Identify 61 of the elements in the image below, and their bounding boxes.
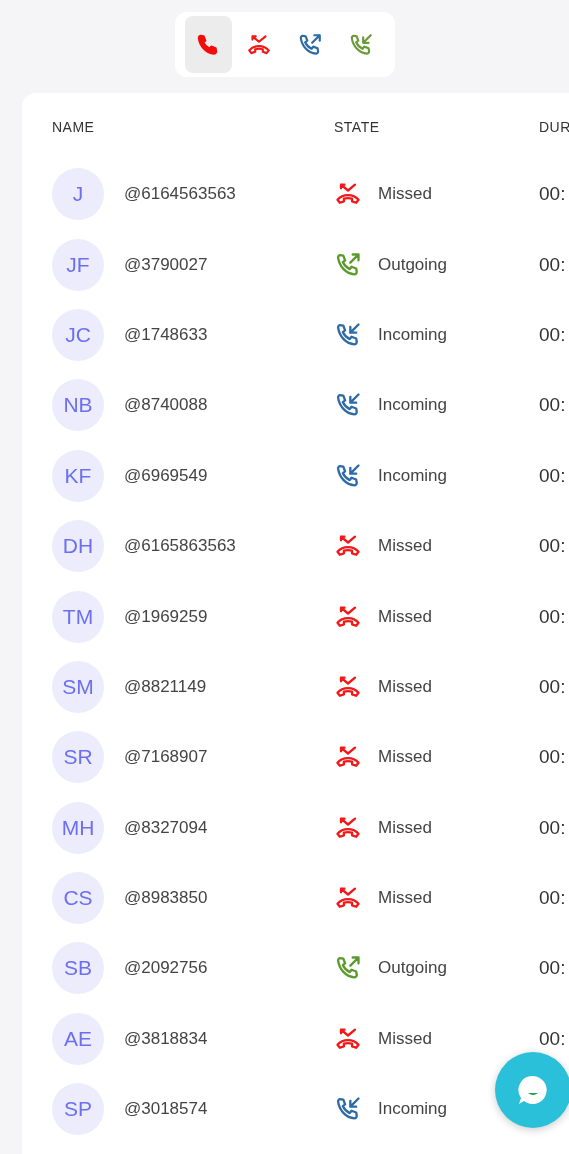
- call-state: Missed: [378, 536, 432, 557]
- filter-tab[interactable]: [184, 16, 232, 73]
- call-state: Missed: [378, 888, 432, 909]
- avatar: SP: [52, 1083, 104, 1136]
- call-duration: 00:: [539, 675, 566, 698]
- caller-handle: @3790027: [124, 254, 208, 275]
- call-state: Missed: [378, 606, 432, 627]
- call-duration: 00:: [539, 464, 566, 487]
- call-duration: 00:: [539, 957, 566, 980]
- caller-handle: @8327094: [124, 817, 208, 838]
- caller-handle: @3018574: [124, 1099, 208, 1120]
- call-state: Outgoing: [378, 958, 447, 979]
- call-state: Incoming: [378, 465, 447, 486]
- caller-handle: @3818834: [124, 1028, 208, 1049]
- caller-handle: @6165863563: [124, 536, 236, 557]
- call-duration: 00:: [539, 323, 566, 346]
- call-duration: 00:: [539, 746, 566, 769]
- avatar: CS: [52, 872, 104, 925]
- call-state: Outgoing: [378, 254, 447, 275]
- call-duration: 00:: [539, 605, 566, 628]
- chat-bubble-icon: [516, 1073, 550, 1107]
- avatar: SR: [52, 731, 104, 784]
- call-duration: 00:: [539, 183, 566, 206]
- call-state: Missed: [378, 747, 432, 768]
- phone-incoming-icon: [348, 31, 374, 58]
- call-state: Missed: [378, 817, 432, 838]
- call-duration: 00:: [539, 394, 566, 417]
- call-state: Missed: [378, 184, 432, 205]
- column-header: STATE: [334, 119, 381, 135]
- call-state: Missed: [378, 1028, 432, 1049]
- call-duration: 00:: [539, 887, 566, 910]
- call-state: Incoming: [378, 395, 447, 416]
- avatar: DH: [52, 520, 104, 573]
- avatar: SM: [52, 660, 104, 713]
- caller-handle: @8821149: [124, 676, 207, 697]
- column-header: NAME: [52, 119, 96, 135]
- avatar: JF: [52, 238, 104, 291]
- call-state: Incoming: [378, 324, 447, 345]
- call-duration: 00:: [539, 1027, 566, 1050]
- avatar: AE: [52, 1012, 104, 1065]
- call-state: Incoming: [378, 1099, 447, 1120]
- caller-handle: @1969259: [124, 606, 208, 627]
- avatar: KF: [52, 449, 104, 502]
- call-state: Missed: [378, 676, 432, 697]
- caller-handle: @2092756: [124, 958, 208, 979]
- avatar: NB: [52, 379, 104, 432]
- avatar: JC: [52, 308, 104, 361]
- caller-handle: @1748633: [124, 324, 208, 345]
- call-duration: 00:: [539, 816, 566, 839]
- avatar: TM: [52, 590, 104, 643]
- avatar: MH: [52, 801, 104, 854]
- caller-handle: @8983850: [124, 888, 208, 909]
- caller-handle: @6969549: [124, 465, 208, 486]
- caller-handle: @8740088: [124, 395, 208, 416]
- call-duration: 00:: [539, 253, 566, 276]
- phone-outgoing-icon: [297, 31, 323, 58]
- caller-handle: @6164563563: [124, 184, 236, 205]
- caller-handle: @7168907: [124, 747, 208, 768]
- avatar: J: [52, 168, 104, 221]
- call-duration: 00:: [539, 535, 566, 558]
- avatar: SB: [52, 942, 104, 995]
